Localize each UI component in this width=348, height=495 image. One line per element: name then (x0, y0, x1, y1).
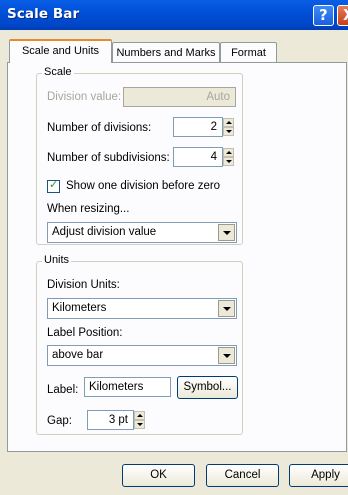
close-icon: X (343, 6, 348, 24)
gap-label: Gap: (47, 415, 72, 427)
number-of-subdivisions-label: Number of subdivisions: (47, 152, 170, 164)
show-before-zero-checkbox[interactable] (47, 178, 60, 193)
label-position-label: Label Position: (47, 327, 123, 339)
show-before-zero-label: Show one division before zero (66, 180, 221, 192)
number-of-subdivisions-field[interactable]: 4 (173, 147, 223, 167)
ok-button[interactable]: OK (122, 464, 195, 487)
tab-scale-and-units[interactable]: Scale and Units (9, 39, 112, 63)
number-of-divisions-field[interactable]: 2 (173, 117, 223, 137)
division-units-label: Division Units: (47, 279, 120, 291)
symbol-button[interactable]: Symbol... (177, 376, 238, 399)
apply-button[interactable]: Apply (289, 464, 348, 487)
scale-group-label: Scale (42, 66, 74, 78)
close-button[interactable]: X (337, 5, 348, 26)
tab-numbers-and-marks[interactable]: Numbers and Marks (112, 42, 220, 63)
divisions-spinner[interactable] (223, 118, 234, 136)
spin-up-icon[interactable] (223, 118, 234, 127)
when-resizing-label: When resizing... (47, 203, 130, 215)
chevron-down-icon[interactable] (218, 347, 235, 364)
window-title: Scale Bar (7, 6, 80, 22)
division-units-dropdown[interactable]: Kilometers (47, 298, 237, 319)
spin-down-icon[interactable] (134, 420, 145, 429)
units-group-label: Units (42, 254, 72, 266)
question-mark-icon: ? (319, 6, 328, 24)
title-bar[interactable]: Scale Bar ? X (0, 0, 348, 30)
cancel-button[interactable]: Cancel (206, 464, 279, 487)
tab-format[interactable]: Format (220, 42, 277, 63)
number-of-divisions-label: Number of divisions: (47, 122, 152, 134)
label-position-dropdown[interactable]: above bar (47, 345, 237, 366)
chevron-down-icon[interactable] (218, 224, 235, 241)
subdivisions-spinner[interactable] (223, 148, 234, 166)
spin-down-icon[interactable] (223, 127, 234, 136)
label-text-field[interactable]: Kilometers (84, 377, 171, 397)
spin-down-icon[interactable] (223, 157, 234, 166)
chevron-down-icon[interactable] (218, 300, 235, 317)
label-field-label: Label: (47, 384, 79, 396)
division-value-label: Division value: (47, 91, 122, 103)
gap-spinner[interactable] (134, 411, 145, 429)
help-button[interactable]: ? (313, 5, 334, 26)
spin-up-icon[interactable] (223, 148, 234, 157)
gap-field[interactable]: 3 pt (87, 410, 134, 430)
scale-bar-dialog: Scale Bar ? X Scale and Units Numbers an… (0, 0, 348, 495)
when-resizing-dropdown[interactable]: Adjust division value (47, 222, 237, 243)
division-value-field: Auto (123, 87, 236, 107)
spin-up-icon[interactable] (134, 411, 145, 420)
